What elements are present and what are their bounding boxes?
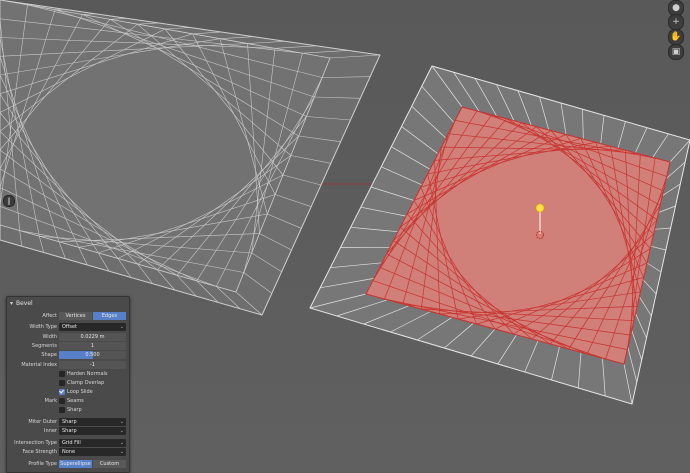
material-index-row: Material Index -1: [7, 361, 129, 369]
affect-label: Affect: [42, 312, 57, 320]
profile-custom-button[interactable]: Custom: [93, 460, 126, 468]
width-label: Width: [42, 333, 57, 341]
miter-outer-value: Sharp: [62, 419, 77, 425]
harden-normals-label: Harden Normals: [67, 370, 108, 378]
segments-label: Segments: [32, 342, 57, 350]
intersection-type-dropdown[interactable]: Grid Fill ⌄: [59, 439, 126, 447]
pan-hand-icon[interactable]: ✋: [668, 29, 684, 45]
inner-label: Inner: [44, 427, 57, 435]
inner-dropdown[interactable]: Sharp ⌄: [59, 427, 126, 435]
width-type-dropdown[interactable]: Offset ⌄: [59, 323, 126, 331]
chevron-down-icon: ⌄: [120, 439, 124, 447]
sharp-checkbox[interactable]: [59, 407, 65, 413]
intersection-type-value: Grid Fill: [62, 440, 81, 446]
profile-type-label: Profile Type: [28, 460, 57, 468]
loop-slide-label: Loop Slide: [67, 388, 93, 396]
shape-value: 0.500: [85, 352, 99, 358]
mark-seams-row: Mark Seams: [7, 397, 129, 405]
material-index-field[interactable]: -1: [59, 361, 126, 369]
shape-label: Shape: [41, 351, 57, 359]
affect-row: Affect Vertices Edges: [7, 312, 129, 320]
width-type-value: Offset: [62, 324, 77, 330]
chevron-down-icon: ⌄: [120, 418, 124, 426]
material-index-label: Material Index: [21, 361, 57, 369]
chevron-down-icon: ⌄: [120, 448, 124, 456]
harden-normals-checkbox[interactable]: [59, 371, 65, 377]
mark-sharp-row: Sharp: [7, 406, 129, 414]
face-strength-value: None: [62, 449, 75, 455]
loop-slide-checkbox[interactable]: [59, 389, 65, 395]
inner-row: Inner Sharp ⌄: [7, 427, 129, 435]
profile-type-row: Profile Type Superellipse Custom: [7, 460, 129, 468]
face-strength-label: Face Strength: [22, 448, 57, 456]
width-field[interactable]: 0.0229 m: [59, 333, 126, 341]
affect-vertices-button[interactable]: Vertices: [59, 312, 92, 320]
seams-checkbox[interactable]: [59, 398, 65, 404]
width-type-row: Width Type Offset ⌄: [7, 323, 129, 331]
sidebar-toggle-icon[interactable]: ‖: [3, 195, 15, 207]
face-strength-row: Face Strength None ⌄: [7, 448, 129, 456]
panel-header[interactable]: ▾Bevel: [7, 297, 129, 310]
width-row: Width 0.0229 m: [7, 333, 129, 341]
chevron-down-icon: ⌄: [120, 427, 124, 435]
face-strength-dropdown[interactable]: None ⌄: [59, 448, 126, 456]
intersection-type-row: Intersection Type Grid Fill ⌄: [7, 439, 129, 447]
miter-outer-dropdown[interactable]: Sharp ⌄: [59, 418, 126, 426]
segments-row: Segments 1: [7, 342, 129, 350]
panel-title: Bevel: [16, 300, 33, 307]
affect-edges-button[interactable]: Edges: [93, 312, 126, 320]
clamp-overlap-row: Clamp Overlap: [7, 379, 129, 387]
mark-label: Mark: [45, 397, 57, 405]
seams-label: Seams: [67, 397, 84, 405]
miter-outer-label: Miter Outer: [28, 418, 57, 426]
width-type-label: Width Type: [29, 323, 57, 331]
sharp-label: Sharp: [67, 406, 82, 414]
profile-type-toggle[interactable]: Superellipse Custom: [59, 460, 126, 468]
inner-value: Sharp: [62, 428, 77, 434]
clamp-overlap-checkbox[interactable]: [59, 380, 65, 386]
zoom-icon[interactable]: +: [668, 14, 684, 30]
shape-slider[interactable]: 0.500: [59, 351, 126, 359]
shape-row: Shape 0.500: [7, 351, 129, 359]
clamp-overlap-label: Clamp Overlap: [67, 379, 104, 387]
loop-slide-row: Loop Slide: [7, 388, 129, 396]
affect-toggle[interactable]: Vertices Edges: [59, 312, 126, 320]
intersection-type-label: Intersection Type: [14, 439, 57, 447]
miter-outer-row: Miter Outer Sharp ⌄: [7, 418, 129, 426]
bevel-operator-panel[interactable]: ▾Bevel Affect Vertices Edges Width Type …: [6, 296, 130, 473]
chevron-down-icon: ⌄: [120, 323, 124, 331]
segments-field[interactable]: 1: [59, 342, 126, 350]
profile-superellipse-button[interactable]: Superellipse: [59, 460, 92, 468]
harden-normals-row: Harden Normals: [7, 370, 129, 378]
camera-icon[interactable]: ▣: [668, 44, 684, 60]
